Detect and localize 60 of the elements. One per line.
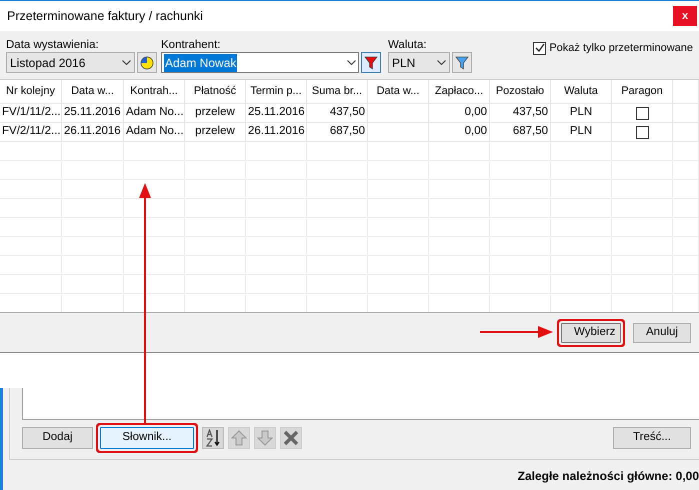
table-cell-text: 26.11.2016 [248, 124, 305, 140]
table-cell-text: przelew [195, 105, 235, 120]
table-cell-text: 25.11.2016 [64, 105, 121, 120]
table-cell-text: 25.11.2016 [248, 105, 305, 120]
delete-button[interactable] [280, 427, 302, 449]
table-cell-text: FV/1/11/2... [2, 105, 61, 120]
column-header[interactable]: Data w... [71, 83, 114, 100]
dialog-button[interactable]: Anuluj [633, 322, 691, 342]
window-title: Przeterminowane faktury / rachunki [7, 8, 203, 25]
close-icon [283, 430, 299, 446]
column-header[interactable]: Zapłaco... [434, 83, 484, 100]
table-cell-text: 26.11.2016 [64, 124, 121, 140]
currency-label: Waluta: [388, 38, 428, 52]
table-cell-text: 687,50 [512, 124, 548, 140]
column-header[interactable]: Pozostało [496, 83, 544, 100]
sort-az-icon [205, 429, 221, 447]
table-cell-text: 0,00 [464, 105, 487, 120]
pie-chart-icon [140, 56, 154, 70]
table-cell-text: PLN [570, 124, 592, 140]
overdue-total: Zaległe należności główne: 0,00 [518, 468, 699, 485]
funnel-icon [455, 56, 469, 70]
table-cell-text: 437,50 [512, 105, 548, 120]
chevron-icon [347, 60, 356, 65]
column-header[interactable]: Kontrah... [130, 83, 178, 100]
checkbox[interactable] [533, 42, 546, 55]
paragon-checkbox[interactable] [636, 106, 648, 120]
column-header[interactable]: Płatność [194, 83, 236, 100]
filter-button[interactable] [361, 52, 381, 73]
column-header[interactable]: Waluta [564, 83, 598, 100]
date-dropdown[interactable]: Listopad 2016 [6, 52, 135, 73]
date-label: Data wystawienia: [6, 38, 100, 52]
column-header[interactable]: Termin p... [250, 83, 302, 100]
close-button[interactable]: x [673, 6, 697, 26]
table-cell-text: 437,50 [330, 105, 365, 120]
sort-button[interactable] [202, 427, 224, 449]
table-cell-text: FV/2/11/2... [2, 124, 61, 140]
up-arrow-icon [231, 430, 247, 446]
contractor-label: Kontrahent: [161, 38, 222, 52]
content-button[interactable]: Treść... [613, 427, 691, 449]
chevron-icon [437, 60, 446, 65]
column-header[interactable]: Data w... [376, 83, 420, 100]
filter-button[interactable] [452, 52, 472, 73]
column-header[interactable]: Suma br... [312, 83, 362, 100]
calendar-button[interactable] [137, 52, 157, 73]
column-header[interactable]: Nr kolejny [6, 83, 55, 100]
checkbox-label: Pokaż tylko przeterminowane [549, 41, 693, 56]
contractor-dropdown[interactable]: Adam Nowak [161, 52, 359, 73]
funnel-icon [364, 56, 378, 70]
table-cell-text: przelew [195, 124, 235, 140]
table-cell-text: Adam No... [126, 124, 184, 140]
column-header[interactable]: Paragon [621, 83, 663, 100]
currency-dropdown[interactable]: PLN [388, 52, 450, 73]
table-cell-text: PLN [570, 105, 592, 120]
table-cell-text: 687,50 [330, 124, 365, 140]
table-cell-text: 0,00 [464, 124, 487, 140]
table-cell-text: Adam No... [126, 105, 184, 120]
paragon-checkbox[interactable] [636, 126, 648, 138]
down-arrow-icon [257, 430, 273, 446]
add-button[interactable]: Dodaj [22, 427, 93, 449]
chevron-icon [122, 60, 131, 65]
